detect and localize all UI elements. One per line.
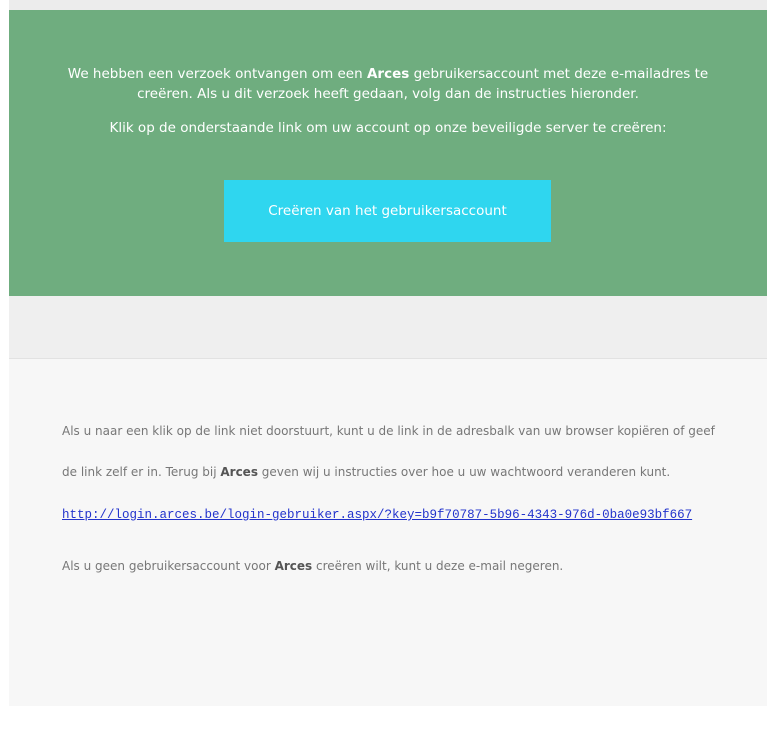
account-link[interactable]: http://login.arces.be/login-gebruiker.as… xyxy=(62,500,702,530)
content-section: Als u naar een klik op de link niet door… xyxy=(9,359,767,706)
para1-brand: Arces xyxy=(220,465,258,479)
hero-intro: We hebben een verzoek ontvangen om een A… xyxy=(49,64,727,104)
separator-band xyxy=(9,296,767,359)
top-strip xyxy=(9,0,767,10)
hero-instruction: Klik op de onderstaande link om uw accou… xyxy=(109,120,667,136)
hero-section: We hebben een verzoek ontvangen om een A… xyxy=(9,10,767,296)
para2-before: Als u geen gebruikersaccount voor xyxy=(62,559,275,573)
content-inner: Als u naar een klik op de link niet door… xyxy=(62,411,727,587)
bottom-strip xyxy=(9,706,767,734)
para1-after: geven wij u instructies over hoe u uw wa… xyxy=(257,465,671,479)
hero-text: We hebben een verzoek ontvangen om een A… xyxy=(49,64,727,138)
para2-brand: Arces xyxy=(274,559,313,573)
hero-intro-before: We hebben een verzoek ontvangen om een xyxy=(67,66,367,82)
ignore-paragraph: Als u geen gebruikersaccount voor Arces … xyxy=(62,546,727,587)
para2-after: creëren wilt, kunt u deze e-mail negeren… xyxy=(312,559,564,573)
hero-brand: Arces xyxy=(366,66,410,82)
create-account-button[interactable]: Creëren van het gebruikersaccount xyxy=(224,180,551,242)
instructions-paragraph: Als u naar een klik op de link niet door… xyxy=(62,411,727,493)
